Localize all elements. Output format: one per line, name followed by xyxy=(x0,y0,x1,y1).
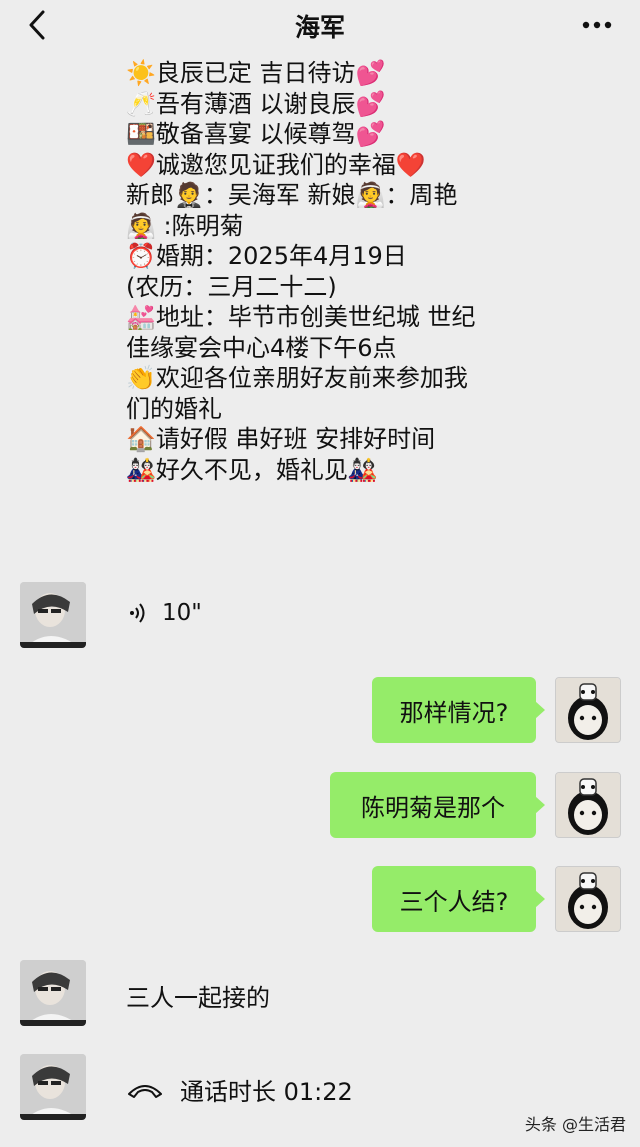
top-bar: 海军 xyxy=(0,0,640,52)
emoji-icon: ⏰ xyxy=(126,242,156,270)
emoji-icon: ❤️ xyxy=(395,150,426,179)
invitation-line-text: 地址：毕节市创美世纪城 世纪 xyxy=(155,303,476,331)
avatar[interactable] xyxy=(555,866,621,932)
watermark: 头条 @生活君 xyxy=(524,1115,626,1134)
invitation-line: 佳缘宴会中心4楼下午6点 xyxy=(126,333,596,364)
incoming-message[interactable]: 三人一起接的 xyxy=(126,978,270,1013)
invitation-line-text: 们的婚礼 xyxy=(126,394,222,423)
avatar[interactable] xyxy=(555,677,621,743)
voice-duration: 10" xyxy=(162,600,202,626)
ellipsis-icon xyxy=(582,21,612,29)
emoji-icon: 💕 xyxy=(355,59,386,87)
invitation-message: ☀️良辰已定 吉日待访💕 🥂吾有薄酒 以谢良辰💕 🍱敬备喜宴 以候尊驾💕 ❤️诚邀您见… xyxy=(126,58,596,485)
chat-title: 海军 xyxy=(294,13,345,42)
phone-hangup-icon xyxy=(128,1084,162,1098)
invitation-line-text: 欢迎各位亲朋好友前来参加我 xyxy=(155,364,468,392)
avatar[interactable] xyxy=(20,582,86,648)
avatar-image xyxy=(556,678,620,742)
invitation-line-text: 请好假 串好班 安排好时间 xyxy=(155,425,436,453)
invitation-line: 🎎好久不见，婚礼见🎎 xyxy=(126,455,596,486)
outgoing-message[interactable]: 那样情况? xyxy=(372,677,545,743)
invitation-line: 🍱敬备喜宴 以候尊驾💕 xyxy=(126,119,596,150)
emoji-icon: 🎎 xyxy=(347,455,378,484)
invitation-line-text: 佳缘宴会中心4楼下午6点 xyxy=(126,333,397,362)
emoji-icon: 🍱 xyxy=(126,120,156,148)
emoji-icon: ☀️ xyxy=(126,59,156,87)
invitation-line: ❤️诚邀您见证我们的幸福❤️ xyxy=(126,150,596,181)
avatar[interactable] xyxy=(555,772,621,838)
invitation-line-text: 良辰已定 吉日待访 xyxy=(155,59,356,87)
outgoing-message[interactable]: 陈明菊是那个 xyxy=(330,772,545,838)
voice-message[interactable]: 10" xyxy=(128,600,202,626)
invitation-line: ⏰婚期：2025年4月19日 xyxy=(126,241,596,272)
emoji-icon: 💕 xyxy=(355,89,386,118)
emoji-icon: 💕 xyxy=(355,120,386,148)
emoji-icon: 💒 xyxy=(126,303,156,331)
invitation-line: 💒地址：毕节市创美世纪城 世纪 xyxy=(126,302,596,333)
invitation-line: 👏欢迎各位亲朋好友前来参加我 xyxy=(126,363,596,394)
invitation-line-text: 新郎🤵：吴海军 新娘👰：周艳 xyxy=(126,181,458,209)
emoji-icon: 👏 xyxy=(126,364,156,392)
chevron-left-icon xyxy=(29,10,45,40)
invitation-line-text: (农历：三月二十二) xyxy=(126,272,337,301)
emoji-icon: 👰 xyxy=(126,211,156,240)
avatar[interactable] xyxy=(20,1054,86,1120)
avatar-image xyxy=(556,867,620,931)
avatar-image xyxy=(20,1054,86,1120)
avatar-image xyxy=(20,582,86,648)
invitation-line: ☀️良辰已定 吉日待访💕 xyxy=(126,58,596,89)
voice-wave-icon xyxy=(130,603,145,623)
invitation-line: 新郎🤵：吴海军 新娘👰：周艳 xyxy=(126,180,596,211)
invitation-line: 们的婚礼 xyxy=(126,394,596,425)
emoji-icon: 🎎 xyxy=(126,455,156,484)
call-duration-label: 通话时长 01:22 xyxy=(180,1078,353,1106)
invitation-line: 👰 :陈明菊 xyxy=(126,211,596,242)
emoji-icon: 🥂 xyxy=(126,89,156,118)
avatar[interactable] xyxy=(20,960,86,1026)
invitation-line-text: 婚期：2025年4月19日 xyxy=(155,242,407,270)
invitation-line: 🥂吾有薄酒 以谢良辰💕 xyxy=(126,89,596,120)
more-button[interactable] xyxy=(580,8,614,42)
invitation-line-text: 吾有薄酒 以谢良辰 xyxy=(155,89,356,118)
call-record[interactable]: 通话时长 01:22 xyxy=(126,1072,353,1107)
invitation-line-text: :陈明菊 xyxy=(155,211,244,240)
invitation-line-text: 诚邀您见证我们的幸福 xyxy=(155,150,396,179)
invitation-line: (农历：三月二十二) xyxy=(126,272,596,303)
invitation-line-text: 好久不见，婚礼见 xyxy=(155,455,348,484)
emoji-icon: 🏠 xyxy=(126,425,156,453)
invitation-line: 🏠请好假 串好班 安排好时间 xyxy=(126,424,596,455)
outgoing-message[interactable]: 三个人结? xyxy=(372,866,545,932)
emoji-icon: ❤️ xyxy=(126,150,156,179)
avatar-image xyxy=(556,773,620,837)
invitation-line-text: 敬备喜宴 以候尊驾 xyxy=(155,120,356,148)
back-button[interactable] xyxy=(22,8,52,42)
avatar-image xyxy=(20,960,86,1026)
